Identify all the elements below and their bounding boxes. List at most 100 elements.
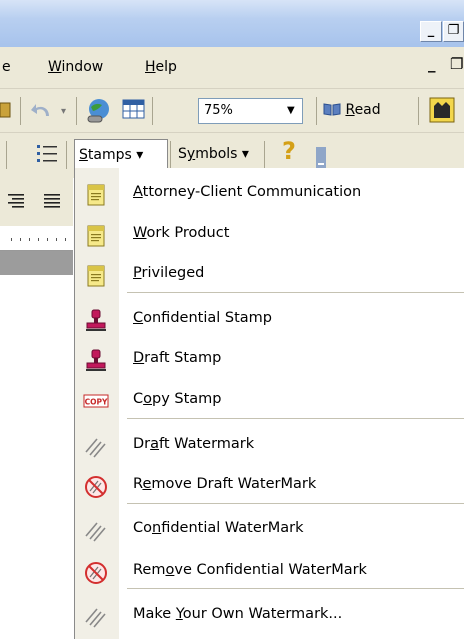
label-mnemonic: n (152, 520, 162, 536)
menu-item[interactable]: Confidential WaterMark (75, 510, 464, 551)
document-left-strip (0, 178, 73, 639)
menu-item-label: Attorney-Client Communication (133, 184, 361, 200)
menu-item-label: Confidential WaterMark (133, 520, 304, 536)
window-mnemonic: W (48, 59, 62, 75)
menu-item[interactable]: Privileged (75, 255, 464, 296)
toolbar-separator (76, 97, 77, 125)
label-prefix: Make (133, 606, 176, 622)
title-bar: _ ❐ (0, 0, 464, 47)
remove-watermark-icon (83, 560, 109, 586)
menu-item[interactable]: Draft Stamp (75, 340, 464, 381)
document-background (0, 251, 73, 275)
label-rest: move Draft WaterMark (151, 476, 317, 492)
watermark-icon (83, 434, 109, 460)
stamps-dropdown-icon: ▾ (136, 147, 144, 163)
watermark-icon (83, 604, 109, 630)
menu-item-label: Privileged (133, 265, 204, 281)
menu-bar: e Window Help _ ❐ (0, 47, 464, 89)
rubber-stamp-icon (83, 308, 109, 334)
label-rest: ttorney-Client Communication (142, 184, 362, 200)
menu-separator (127, 503, 464, 504)
menu-item-label: Make Your Own Watermark... (133, 606, 342, 622)
label-mnemonic: D (133, 350, 145, 366)
menu-item[interactable]: Confidential Stamp (75, 300, 464, 341)
standard-toolbar: ▾ 75% ▼ Read (0, 89, 464, 133)
help-mnemonic: H (145, 59, 156, 75)
label-prefix: Dr (133, 436, 151, 452)
symbols-menu-button[interactable]: Symbols ▾ (174, 139, 260, 169)
menu-separator (127, 292, 464, 293)
doc-restore-button[interactable]: ❐ (450, 55, 463, 73)
symbols-mnemonic: y (186, 146, 196, 162)
label-rest: ft Watermark (159, 436, 255, 452)
label-rest: our Own Watermark... (182, 606, 343, 622)
label-rest: onfidential Stamp (143, 310, 272, 326)
numbered-list-icon[interactable] (36, 143, 58, 167)
menu-item-window[interactable]: Window (48, 59, 103, 75)
zoom-dropdown-icon[interactable]: ▼ (287, 99, 295, 123)
symbols-dropdown-icon: ▾ (241, 146, 249, 162)
label-mnemonic: A (133, 184, 143, 200)
label-rest: ork Product (146, 225, 230, 241)
restore-button[interactable]: ❐ (443, 21, 464, 42)
menu-item-label: Draft Watermark (133, 436, 254, 452)
toolbar-separator (20, 97, 21, 125)
menu-item[interactable]: Draft Watermark (75, 426, 464, 467)
label-mnemonic: a (150, 436, 160, 452)
menu-item[interactable]: Make Your Own Watermark... (75, 596, 464, 637)
menu-item[interactable]: Work Product (75, 215, 464, 256)
label-mnemonic: W (133, 225, 147, 241)
menu-item-label: Confidential Stamp (133, 310, 272, 326)
toolbar-separator (316, 97, 317, 125)
label-rest: py Stamp (152, 391, 222, 407)
undo-dropdown-icon[interactable]: ▾ (61, 106, 66, 117)
label-rest: rivileged (141, 265, 205, 281)
table-icon[interactable] (122, 98, 146, 122)
stamps-menu-button[interactable]: Stamps ▾ (74, 139, 168, 169)
menu-item[interactable]: COPY Copy Stamp (75, 381, 464, 422)
svg-text:COPY: COPY (85, 398, 108, 407)
menu-item-label: Remove Draft WaterMark (133, 476, 316, 492)
menu-item-label: Copy Stamp (133, 391, 222, 407)
menu-item[interactable]: Attorney-Client Communication (75, 174, 464, 215)
justify-icon[interactable] (42, 192, 62, 210)
menu-item[interactable]: Remove Draft WaterMark (75, 466, 464, 507)
research-icon[interactable] (428, 96, 460, 126)
label-mnemonic: C (133, 310, 144, 326)
help-rest: elp (155, 59, 177, 75)
menu-item[interactable]: Remove Confidential WaterMark (75, 552, 464, 593)
menu-separator (127, 588, 464, 589)
book-icon (323, 103, 341, 116)
stamps-rest: tamps (87, 147, 132, 163)
label-prefix: Co (133, 520, 152, 536)
note-icon (83, 263, 109, 289)
doc-minimize-button[interactable]: _ (428, 55, 436, 73)
symbols-rest: mbols (195, 146, 238, 162)
undo-icon[interactable] (30, 99, 54, 123)
label-prefix: Rem (133, 562, 166, 578)
menu-separator (127, 418, 464, 419)
toolbar-separator (170, 141, 171, 169)
menu-item-label: Work Product (133, 225, 229, 241)
minimize-glyph: _ (427, 23, 435, 38)
help-question-icon[interactable]: ? (282, 137, 296, 165)
note-icon (83, 182, 109, 208)
format-painter-icon[interactable] (0, 101, 12, 121)
label-prefix: C (133, 391, 144, 407)
label-rest: ve Confidential WaterMark (174, 562, 367, 578)
hyperlink-icon[interactable] (84, 96, 114, 126)
note-icon (83, 223, 109, 249)
menu-item-partial[interactable]: e (2, 59, 11, 75)
align-right-icon[interactable] (6, 192, 26, 210)
zoom-combo[interactable]: 75% ▼ (198, 98, 303, 124)
toolbar-separator (66, 141, 67, 169)
menu-item-help[interactable]: Help (145, 59, 177, 75)
menu-item-label: Remove Confidential WaterMark (133, 562, 367, 578)
toolbar-separator (152, 97, 153, 125)
minimize-button[interactable]: _ (420, 21, 442, 42)
label-mnemonic: o (143, 391, 152, 407)
read-button[interactable]: Read (323, 102, 381, 118)
ruler-ticks (11, 238, 66, 241)
stamps-mnemonic: S (79, 147, 88, 163)
label-rest: raft Stamp (144, 350, 222, 366)
